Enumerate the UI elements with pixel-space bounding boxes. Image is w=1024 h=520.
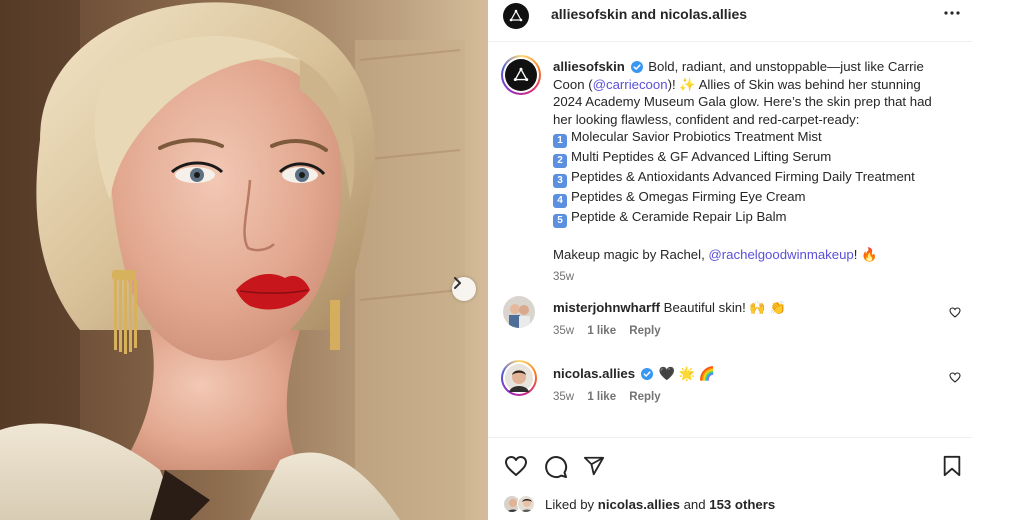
caption-avatar[interactable] [501,55,541,95]
product-name: Peptide & Ceramide Repair Lip Balm [571,209,787,225]
author-avatar[interactable] [503,3,529,29]
comment-body: 🖤 🌟 🌈 [658,366,716,381]
verified-icon [630,61,643,73]
comment-username[interactable]: nicolas.allies [553,366,635,381]
product-name: Molecular Savior Probiotics Treatment Mi… [571,129,822,145]
liked-by-user-link[interactable]: nicolas.allies [598,497,680,512]
like-heart-icon[interactable] [504,455,528,477]
chevron-right-icon [454,277,461,289]
post-caption: alliesofskin Bold, radiant, and unstoppa… [553,58,953,286]
caption-mention-carriecoon[interactable]: @carriecoon [593,77,668,92]
caption-makeup-end: ! 🔥 [853,246,878,262]
bookmark-icon[interactable] [942,455,962,477]
header-and: and [631,6,657,22]
product-name: Peptides & Omegas Firming Eye Cream [571,189,806,205]
actions-divider [488,437,972,438]
liked-by-prefix: Liked by [545,496,595,512]
header-author-link[interactable]: alliesofskin [551,6,627,22]
number-badge: 3 [553,174,567,189]
liked-by-others-link[interactable]: 153 others [709,497,775,512]
header-collaborator-link[interactable]: nicolas.allies [660,6,747,22]
next-photo-button[interactable] [452,277,476,301]
comment-likes[interactable]: 1 like [587,391,616,403]
comment-meta: 35w 1 like Reply [553,325,671,337]
comment-avatar[interactable] [503,296,535,328]
page-margin [972,0,1024,520]
number-badge: 4 [553,194,567,209]
comment-meta: 35w 1 like Reply [553,391,671,403]
product-list-item: 3 Peptides & Antioxidants Advanced Firmin… [553,168,953,189]
heart-icon[interactable] [949,372,961,383]
caption-makeup-text: Makeup magic by Rachel, [553,246,709,262]
caption-mention-rachelgoodwinmakeup[interactable]: @rachelgoodwinmakeup [708,247,853,262]
verified-icon [640,368,653,380]
avatar-photo [503,296,535,328]
comment-reply-button[interactable]: Reply [629,325,660,337]
post-header: alliesofskin and nicolas.allies [488,0,972,42]
caption-timestamp[interactable]: 35w [553,269,953,287]
comment-time: 35w [553,325,575,337]
product-name: Multi Peptides & GF Advanced Lifting Ser… [571,149,832,165]
caption-username[interactable]: alliesofskin [553,59,625,74]
liked-by-avatars[interactable] [503,495,539,513]
product-name: Peptides & Antioxidants Advanced Firming… [571,169,915,185]
number-badge: 1 [553,134,567,149]
product-list-item: 4 Peptides & Omegas Firming Eye Cream [553,188,953,209]
more-icon [944,11,960,15]
number-badge: 2 [553,154,567,169]
product-list-item: 1 Molecular Savior Probiotics Treatment M… [553,128,953,149]
comment-time: 35w [553,391,575,403]
comment-text: misterjohnwharff Beautiful skin! 🙌 👏 [553,300,786,316]
post-details-panel: alliesofskin and nicolas.allies alliesof… [488,0,972,520]
mini-avatar [517,495,535,513]
portrait-illustration [0,0,488,520]
header-title: alliesofskin and nicolas.allies [551,6,747,22]
more-options-button[interactable] [940,3,964,23]
liked-by-middle: and [683,496,706,512]
comment-icon[interactable] [544,455,568,479]
product-list-item: 5 Peptide & Ceramide Repair Lip Balm [553,208,953,229]
post-photo[interactable] [0,0,488,520]
product-list-item: 2 Multi Peptides & GF Advanced Lifting Se… [553,148,953,169]
heart-icon[interactable] [949,307,961,318]
share-icon[interactable] [583,455,605,477]
comment-text: nicolas.allies 🖤 🌟 🌈 [553,366,715,382]
liked-by: Liked by nicolas.allies and 153 others [503,495,775,513]
brand-logo-icon [509,9,523,22]
brand-logo-icon [513,67,529,82]
comment-body: Beautiful skin! 🙌 👏 [663,300,786,315]
comment-username[interactable]: misterjohnwharff [553,300,660,315]
comment-avatar[interactable] [501,360,537,396]
number-badge: 5 [553,214,567,229]
comment-reply-button[interactable]: Reply [629,391,660,403]
avatar-photo [505,364,533,392]
comment-likes[interactable]: 1 like [587,325,616,337]
